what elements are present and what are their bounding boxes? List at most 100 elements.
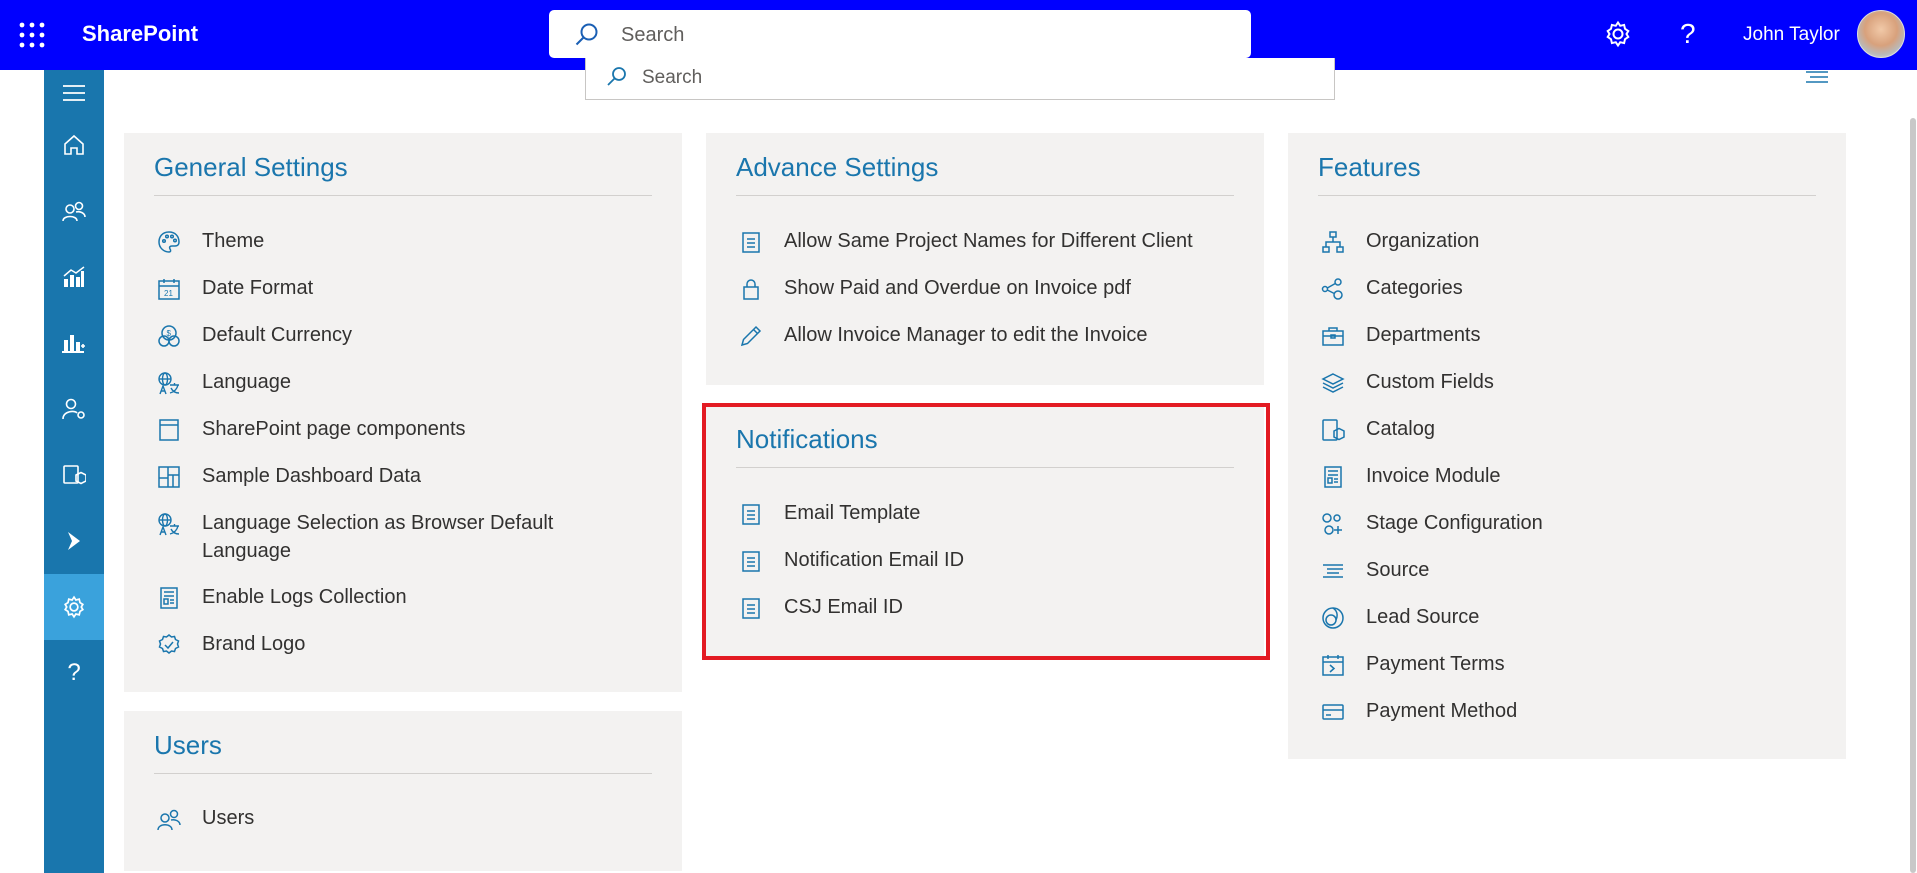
settings-item-same-project-names[interactable]: Allow Same Project Names for Different C… bbox=[736, 227, 1193, 257]
settings-item-date-format[interactable]: 21 Date Format bbox=[154, 274, 313, 304]
global-search-input[interactable] bbox=[619, 20, 1223, 50]
dashboard-icon bbox=[154, 462, 184, 492]
feature-item-custom-fields[interactable]: Custom Fields bbox=[1318, 368, 1494, 398]
settings-search-box[interactable] bbox=[585, 58, 1335, 100]
app-launcher-icon[interactable] bbox=[19, 22, 45, 48]
item-label: Language bbox=[202, 371, 291, 393]
layers-icon bbox=[1318, 368, 1348, 398]
cube-icon[interactable] bbox=[44, 452, 104, 498]
document-icon bbox=[736, 546, 766, 576]
item-label: SharePoint page components bbox=[202, 418, 466, 440]
panel-title: Advance Settings bbox=[736, 152, 939, 182]
lead-source-icon bbox=[1318, 603, 1348, 633]
settings-item-enable-logs-collection[interactable]: Enable Logs Collection bbox=[154, 583, 407, 613]
user-settings-icon[interactable] bbox=[44, 386, 104, 432]
item-label: Language Selection as Browser Default La… bbox=[202, 512, 554, 562]
divider bbox=[154, 773, 652, 774]
stage-icon bbox=[1318, 509, 1348, 539]
feature-item-invoice-module[interactable]: Invoice Module bbox=[1318, 462, 1501, 492]
item-label: Enable Logs Collection bbox=[202, 586, 407, 608]
home-icon[interactable] bbox=[44, 122, 104, 168]
item-label: CSJ Email ID bbox=[784, 596, 903, 618]
svg-text:21: 21 bbox=[164, 289, 173, 298]
payment-terms-icon bbox=[1318, 650, 1348, 680]
item-label: Date Format bbox=[202, 277, 314, 299]
item-label: Default Currency bbox=[202, 324, 353, 346]
item-label: Notification Email ID bbox=[784, 549, 965, 571]
dynamics-icon[interactable] bbox=[44, 518, 104, 564]
search-icon bbox=[574, 22, 600, 53]
language-icon bbox=[154, 368, 184, 398]
notifications-panel: Notifications Email Template Notificatio… bbox=[706, 405, 1264, 658]
users-panel: Users Users bbox=[124, 711, 682, 871]
feature-item-source[interactable]: Source bbox=[1318, 556, 1429, 586]
settings-search-input[interactable] bbox=[640, 64, 1244, 92]
log-icon bbox=[154, 583, 184, 613]
settings-item-show-paid-overdue[interactable]: Show Paid and Overdue on Invoice pdf bbox=[736, 274, 1131, 304]
panel-title: Users bbox=[154, 730, 222, 760]
panel-title: Notifications bbox=[736, 424, 878, 454]
hamburger-icon[interactable] bbox=[44, 70, 104, 116]
item-label: Allow Invoice Manager to edit the Invoic… bbox=[784, 324, 1148, 346]
settings-item-brand-logo[interactable]: Brand Logo bbox=[154, 630, 305, 660]
settings-item-sharepoint-page-components[interactable]: SharePoint page components bbox=[154, 415, 466, 445]
currency-icon: $ bbox=[154, 321, 184, 351]
filter-lines-icon[interactable] bbox=[1806, 70, 1828, 89]
item-label: Custom Fields bbox=[1366, 371, 1494, 393]
feature-item-categories[interactable]: Categories bbox=[1318, 274, 1463, 304]
bar-chart-icon[interactable] bbox=[44, 320, 104, 366]
pencil-icon bbox=[736, 321, 766, 351]
settings-item-csj-email-id[interactable]: CSJ Email ID bbox=[736, 593, 903, 623]
card-icon bbox=[1318, 697, 1348, 727]
lock-icon bbox=[736, 274, 766, 304]
item-label: Invoice Module bbox=[1366, 465, 1501, 487]
badge-icon bbox=[154, 630, 184, 660]
item-label: Sample Dashboard Data bbox=[202, 465, 422, 487]
categories-icon bbox=[1318, 274, 1348, 304]
help-icon[interactable]: ? bbox=[1680, 18, 1696, 50]
settings-item-email-template[interactable]: Email Template bbox=[736, 499, 920, 529]
item-label: Allow Same Project Names for Different C… bbox=[784, 230, 1193, 252]
item-label: Brand Logo bbox=[202, 633, 306, 655]
item-label: Categories bbox=[1366, 277, 1463, 299]
panel-title: Features bbox=[1318, 152, 1421, 182]
left-navigation-rail: ? bbox=[44, 70, 104, 873]
global-search-box[interactable] bbox=[549, 10, 1251, 58]
item-label: Source bbox=[1366, 559, 1430, 581]
app-name[interactable]: SharePoint bbox=[82, 21, 198, 47]
org-chart-icon bbox=[1318, 227, 1348, 257]
item-label: Payment Terms bbox=[1366, 653, 1505, 675]
settings-item-sample-dashboard-data[interactable]: Sample Dashboard Data bbox=[154, 462, 421, 492]
feature-item-catalog[interactable]: Catalog bbox=[1318, 415, 1435, 445]
svg-text:$: $ bbox=[167, 329, 172, 338]
feature-item-payment-method[interactable]: Payment Method bbox=[1318, 697, 1517, 727]
people-icon[interactable] bbox=[44, 188, 104, 234]
chart-icon[interactable] bbox=[44, 254, 104, 300]
settings-item-users[interactable]: Users bbox=[154, 804, 254, 834]
item-label: Payment Method bbox=[1366, 700, 1518, 722]
settings-item-notification-email-id[interactable]: Notification Email ID bbox=[736, 546, 964, 576]
avatar[interactable] bbox=[1857, 10, 1905, 58]
page-scrollbar[interactable] bbox=[1910, 118, 1916, 873]
feature-item-payment-terms[interactable]: Payment Terms bbox=[1318, 650, 1505, 680]
page-icon bbox=[154, 415, 184, 445]
feature-item-stage-configuration[interactable]: Stage Configuration bbox=[1318, 509, 1543, 539]
invoice-icon bbox=[1318, 462, 1348, 492]
feature-item-organization[interactable]: Organization bbox=[1318, 227, 1479, 257]
settings-item-default-currency[interactable]: $ Default Currency bbox=[154, 321, 352, 351]
settings-gear-icon[interactable] bbox=[1604, 20, 1632, 53]
settings-item-invoice-manager-edit[interactable]: Allow Invoice Manager to edit the Invoic… bbox=[736, 321, 1148, 351]
feature-item-departments[interactable]: Departments bbox=[1318, 321, 1481, 351]
panel-title: General Settings bbox=[154, 152, 348, 182]
feature-item-lead-source[interactable]: Lead Source bbox=[1318, 603, 1479, 633]
settings-item-language-selection[interactable]: Language Selection as Browser Default La… bbox=[154, 509, 584, 565]
document-icon bbox=[736, 499, 766, 529]
item-label: Email Template bbox=[784, 502, 921, 524]
item-label: Stage Configuration bbox=[1366, 512, 1543, 534]
help-icon[interactable]: ? bbox=[44, 650, 104, 696]
settings-item-language[interactable]: Language bbox=[154, 368, 291, 398]
user-name[interactable]: John Taylor bbox=[1743, 24, 1840, 46]
features-panel: Features Organization Categories Departm… bbox=[1288, 133, 1846, 759]
gear-icon[interactable] bbox=[44, 574, 104, 640]
settings-item-theme[interactable]: Theme bbox=[154, 227, 264, 257]
